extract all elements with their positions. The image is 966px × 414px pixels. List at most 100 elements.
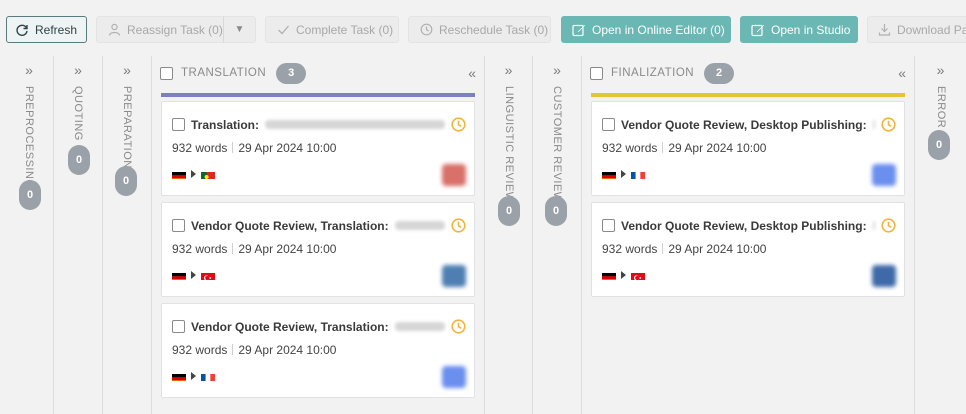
column-count-badge: 0: [115, 166, 137, 196]
source-language-flag-icon: [172, 371, 186, 381]
expand-icon[interactable]: »: [54, 62, 102, 78]
due-date: 29 Apr 2024 10:00: [238, 343, 337, 357]
caret-down-icon: ▼: [234, 24, 245, 35]
task-card[interactable]: Vendor Quote Review, Desktop Publishing:…: [591, 202, 905, 297]
task-checkbox[interactable]: [602, 219, 615, 232]
source-language-flag-icon: [602, 270, 616, 280]
arrow-right-icon: [191, 372, 196, 380]
column-translation: TRANSLATION 3 « Translation: 932 words 29 …: [152, 56, 485, 414]
due-date: 29 Apr 2024 10:00: [668, 242, 767, 256]
column-title: TRANSLATION: [181, 67, 267, 79]
expand-icon[interactable]: »: [103, 62, 151, 78]
open-in-studio-button[interactable]: Open in Studio: [740, 16, 858, 43]
task-checkbox[interactable]: [172, 219, 185, 232]
column-label: QUOTING: [72, 86, 84, 141]
column-count-badge: 0: [68, 145, 90, 175]
reschedule-task-button[interactable]: Reschedule Task (0): [408, 16, 551, 43]
open-online-editor-label: Open in Online Editor (0): [592, 22, 725, 37]
source-language-flag-icon: [602, 169, 616, 179]
reassign-task-button[interactable]: Reassign Task (0): [96, 16, 224, 43]
download-icon: [878, 23, 891, 37]
refresh-label: Refresh: [35, 22, 78, 37]
target-language-flag-icon: [201, 371, 215, 381]
separator: [662, 243, 664, 254]
reassign-dropdown-button[interactable]: ▼: [223, 16, 256, 43]
column-label: PREPARATION: [121, 86, 133, 169]
column-title: FINALIZATION: [611, 67, 695, 79]
column-label: LINGUISTIC REVIEW: [502, 86, 515, 203]
download-package-button[interactable]: Download Pac: [867, 16, 966, 43]
task-name-redacted: [394, 322, 445, 331]
expand-icon[interactable]: »: [915, 62, 966, 78]
column-header: FINALIZATION 2 «: [590, 62, 906, 84]
clock-icon: [451, 319, 466, 334]
task-checkbox[interactable]: [172, 118, 185, 131]
target-language-flag-icon: [631, 270, 645, 280]
select-all-checkbox[interactable]: [590, 66, 603, 80]
user-icon: [107, 23, 121, 37]
column-header: TRANSLATION 3 «: [160, 62, 476, 84]
assignee-avatar[interactable]: [442, 164, 466, 186]
download-package-label: Download Pac: [897, 22, 966, 37]
column-preparation: » PREPARATION 0: [103, 56, 152, 414]
source-language-flag-icon: [172, 169, 186, 179]
target-language-flag-icon: [201, 169, 215, 179]
task-title[interactable]: Vendor Quote Review, Translation:: [191, 320, 389, 334]
due-date: 29 Apr 2024 10:00: [668, 141, 767, 155]
open-online-editor-button[interactable]: Open in Online Editor (0): [561, 16, 731, 43]
task-card[interactable]: Vendor Quote Review, Desktop Publishing:…: [591, 101, 905, 196]
assignee-avatar[interactable]: [442, 366, 466, 388]
column-count-badge: 0: [545, 196, 567, 226]
edit-icon: [751, 23, 765, 37]
column-customer-review: » CUSTOMER REVIEW 0: [533, 56, 582, 414]
task-name-redacted: [872, 120, 875, 129]
clock-icon: [419, 23, 433, 37]
separator: [232, 344, 234, 355]
expand-icon[interactable]: »: [485, 62, 532, 78]
collapse-icon[interactable]: «: [468, 65, 476, 81]
open-in-studio-label: Open in Studio: [771, 22, 851, 37]
column-count-badge: 0: [19, 180, 41, 210]
reschedule-task-label: Reschedule Task (0): [439, 22, 549, 37]
task-card[interactable]: Vendor Quote Review, Translation: 932 wor…: [161, 202, 475, 297]
arrow-right-icon: [621, 271, 626, 279]
task-title[interactable]: Translation:: [191, 118, 259, 132]
select-all-checkbox[interactable]: [160, 66, 173, 80]
word-count: 932 words: [602, 242, 658, 256]
word-count: 932 words: [172, 141, 228, 155]
refresh-button[interactable]: Refresh: [6, 16, 87, 43]
column-color-bar: [161, 93, 475, 97]
task-name-redacted: [872, 221, 875, 230]
column-linguistic-review: » LINGUISTIC REVIEW 0: [485, 56, 533, 414]
assignee-avatar[interactable]: [872, 265, 896, 287]
task-card[interactable]: Vendor Quote Review, Translation: 932 wor…: [161, 303, 475, 398]
arrow-right-icon: [191, 271, 196, 279]
assignee-avatar[interactable]: [872, 164, 896, 186]
separator: [232, 142, 234, 153]
column-label: ERROR: [934, 86, 947, 129]
column-count-badge: 0: [928, 130, 950, 160]
task-checkbox[interactable]: [602, 118, 615, 131]
task-title[interactable]: Vendor Quote Review, Desktop Publishing:: [621, 219, 867, 233]
column-color-bar: [591, 93, 905, 97]
assignee-avatar[interactable]: [442, 265, 466, 287]
expand-icon[interactable]: »: [533, 62, 581, 78]
collapse-icon[interactable]: «: [898, 65, 906, 81]
column-count-badge: 2: [704, 62, 735, 84]
task-card[interactable]: Translation: 932 words 29 Apr 2024 10:00: [161, 101, 475, 196]
check-icon: [276, 23, 290, 37]
task-name-redacted: [265, 120, 445, 129]
task-checkbox[interactable]: [172, 320, 185, 333]
target-language-flag-icon: [201, 270, 215, 280]
clock-icon: [881, 218, 896, 233]
word-count: 932 words: [172, 343, 228, 357]
due-date: 29 Apr 2024 10:00: [238, 141, 337, 155]
expand-icon[interactable]: »: [5, 62, 53, 78]
separator: [662, 142, 664, 153]
task-title[interactable]: Vendor Quote Review, Translation:: [191, 219, 389, 233]
complete-task-button[interactable]: Complete Task (0): [265, 16, 399, 43]
task-title[interactable]: Vendor Quote Review, Desktop Publishing:: [621, 118, 867, 132]
column-count-badge: 3: [276, 62, 307, 84]
column-count-badge: 0: [498, 196, 520, 226]
refresh-icon: [15, 23, 29, 37]
